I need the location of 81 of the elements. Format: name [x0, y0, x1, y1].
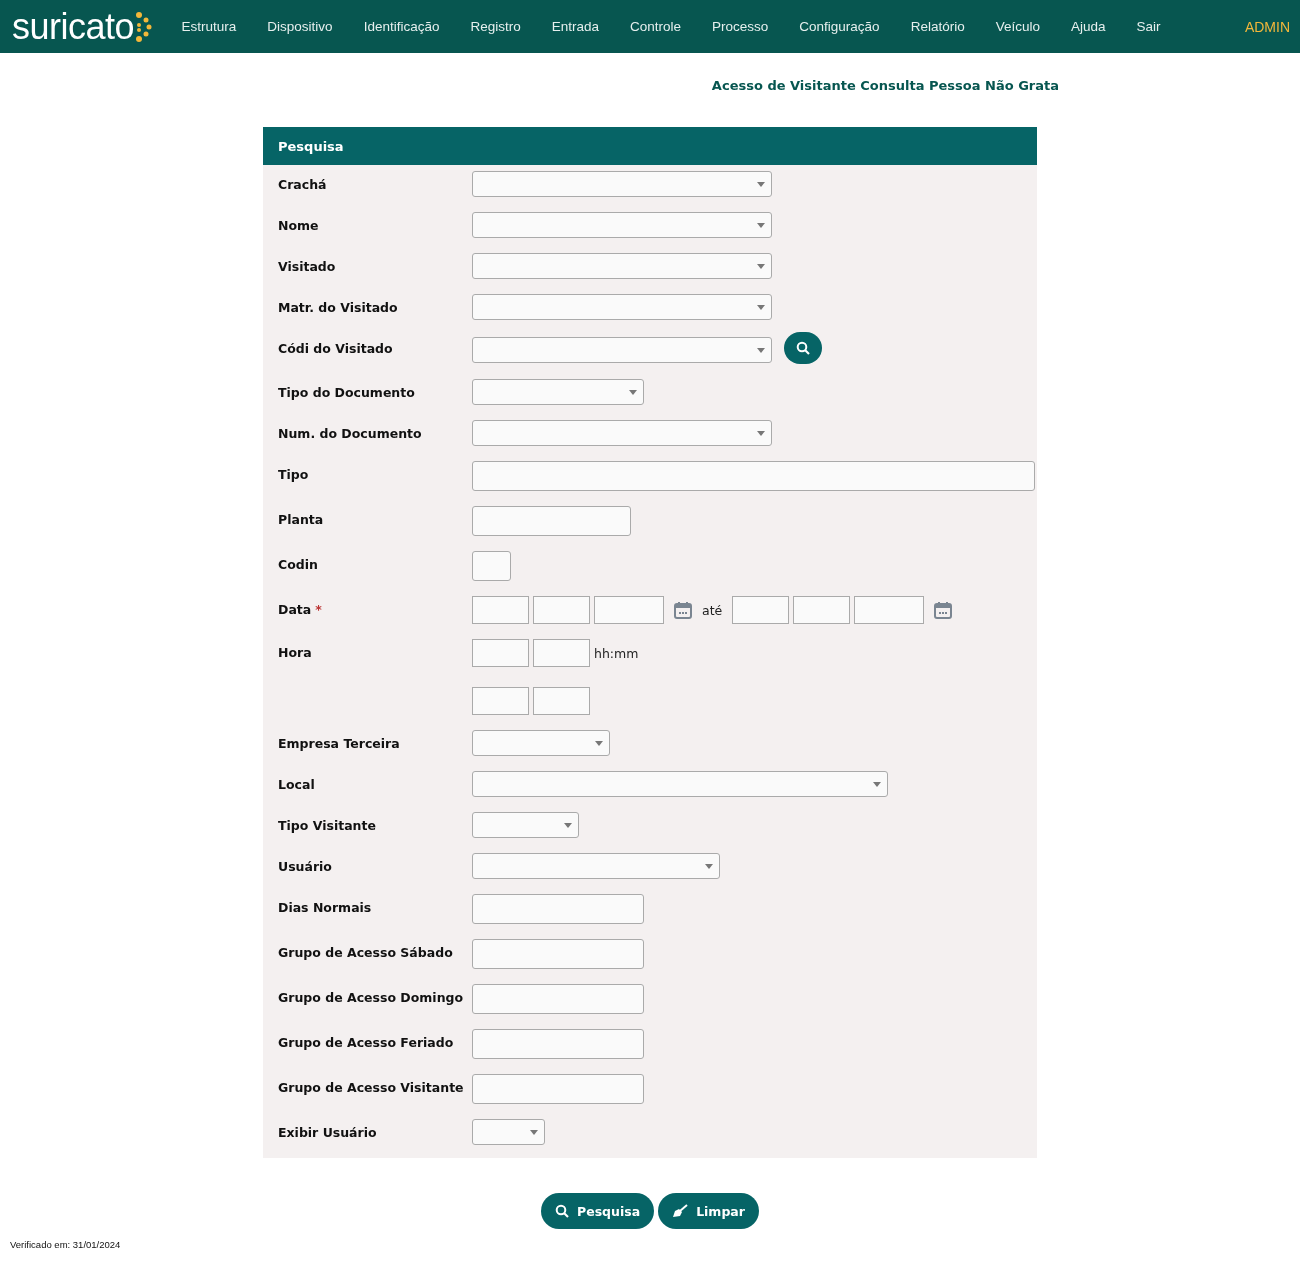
panel-header: Pesquisa: [263, 127, 1037, 165]
field-label: Dias Normais: [278, 899, 373, 915]
dropdown[interactable]: [472, 336, 772, 363]
dropdown[interactable]: [472, 812, 579, 838]
field-label: Empresa Terceira: [278, 735, 401, 751]
calendar-icon[interactable]: [934, 601, 953, 619]
field-label: Tipo: [278, 466, 310, 482]
nav-link[interactable]: Ajuda: [1055, 19, 1121, 34]
search-button[interactable]: [784, 332, 822, 364]
verification-date: Verificado em: 31/01/2024: [10, 1239, 122, 1250]
field-label: Códi do Visitado: [278, 340, 394, 356]
required-mark: *: [315, 602, 322, 617]
nav-link[interactable]: Dispositivo: [251, 19, 349, 34]
year-field[interactable]: [594, 596, 664, 624]
dropdown[interactable]: [472, 730, 610, 756]
day-field[interactable]: [732, 596, 790, 624]
logo-text: suricato: [12, 8, 135, 45]
minute-field[interactable]: [533, 639, 590, 667]
year-field[interactable]: [854, 596, 925, 624]
nav-link[interactable]: Sair: [1121, 19, 1176, 34]
nav-link[interactable]: Processo: [696, 19, 784, 34]
input-field[interactable]: [472, 1029, 644, 1059]
input-field[interactable]: [472, 551, 511, 581]
nav-link[interactable]: Veículo: [980, 19, 1056, 34]
hour-field[interactable]: [472, 687, 529, 715]
search-button[interactable]: Pesquisa: [541, 1193, 655, 1229]
field-label: Exibir Usuário: [278, 1124, 378, 1140]
nav-link[interactable]: Relatório: [895, 19, 981, 34]
search-icon: [796, 341, 810, 355]
input-field[interactable]: [472, 894, 644, 924]
dropdown[interactable]: [472, 771, 888, 797]
field-label: Visitado: [278, 258, 337, 274]
page-title: Acesso de Visitante Consulta Pessoa Não Grata: [710, 78, 1059, 93]
field-label: Tipo Visitante: [278, 817, 377, 833]
dropdown[interactable]: [472, 294, 772, 320]
nav-link[interactable]: Controle: [614, 19, 697, 34]
field-label: Local: [278, 776, 316, 792]
field-label: Data *: [278, 601, 323, 617]
field-label: Grupo de Acesso Domingo: [278, 989, 465, 1005]
field-label: Planta: [278, 511, 325, 527]
input-field[interactable]: [472, 984, 644, 1014]
nav-link[interactable]: Entrada: [536, 19, 615, 34]
range-separator: até: [702, 602, 723, 618]
day-field[interactable]: [472, 596, 529, 624]
nav-link[interactable]: Registro: [454, 19, 537, 34]
field-label: Num. do Documento: [278, 425, 423, 441]
dropdown[interactable]: [472, 420, 772, 446]
field-label: Hora: [278, 644, 313, 660]
field-label: Matr. do Visitado: [278, 299, 399, 315]
dropdown[interactable]: [472, 379, 644, 405]
month-field[interactable]: [793, 596, 851, 624]
nav-link[interactable]: Estrutura: [166, 19, 252, 34]
month-field[interactable]: [533, 596, 590, 624]
calendar-icon[interactable]: [674, 601, 692, 619]
user-name[interactable]: ADMIN: [1244, 18, 1290, 35]
minute-field[interactable]: [533, 687, 590, 715]
field-label: Grupo de Acesso Sábado: [278, 944, 454, 960]
input-field[interactable]: [472, 506, 631, 536]
field-label: Grupo de Acesso Visitante: [278, 1079, 465, 1095]
logo-dots-icon: [134, 9, 153, 44]
field-label: Crachá: [278, 176, 328, 192]
field-label: Grupo de Acesso Feriado: [278, 1034, 455, 1050]
input-field[interactable]: [472, 461, 1035, 491]
field-label: Usuário: [278, 858, 333, 874]
hour-field[interactable]: [472, 639, 529, 667]
search-icon: [555, 1204, 570, 1218]
dropdown[interactable]: [472, 171, 772, 197]
nav-link[interactable]: Configuração: [783, 19, 896, 34]
dropdown[interactable]: [472, 212, 772, 238]
field-label: Tipo do Documento: [278, 384, 416, 400]
dropdown[interactable]: [472, 1119, 545, 1145]
field-label: Nome: [278, 217, 320, 233]
input-field[interactable]: [472, 1074, 644, 1104]
input-field[interactable]: [472, 939, 644, 969]
broom-icon: [672, 1204, 689, 1218]
clear-button[interactable]: Limpar: [658, 1193, 759, 1229]
dropdown[interactable]: [472, 253, 772, 279]
dropdown[interactable]: [472, 853, 720, 879]
nav-link[interactable]: Identificação: [348, 19, 455, 34]
field-label: Codin: [278, 556, 319, 572]
time-format-hint: hh:mm: [594, 645, 639, 661]
